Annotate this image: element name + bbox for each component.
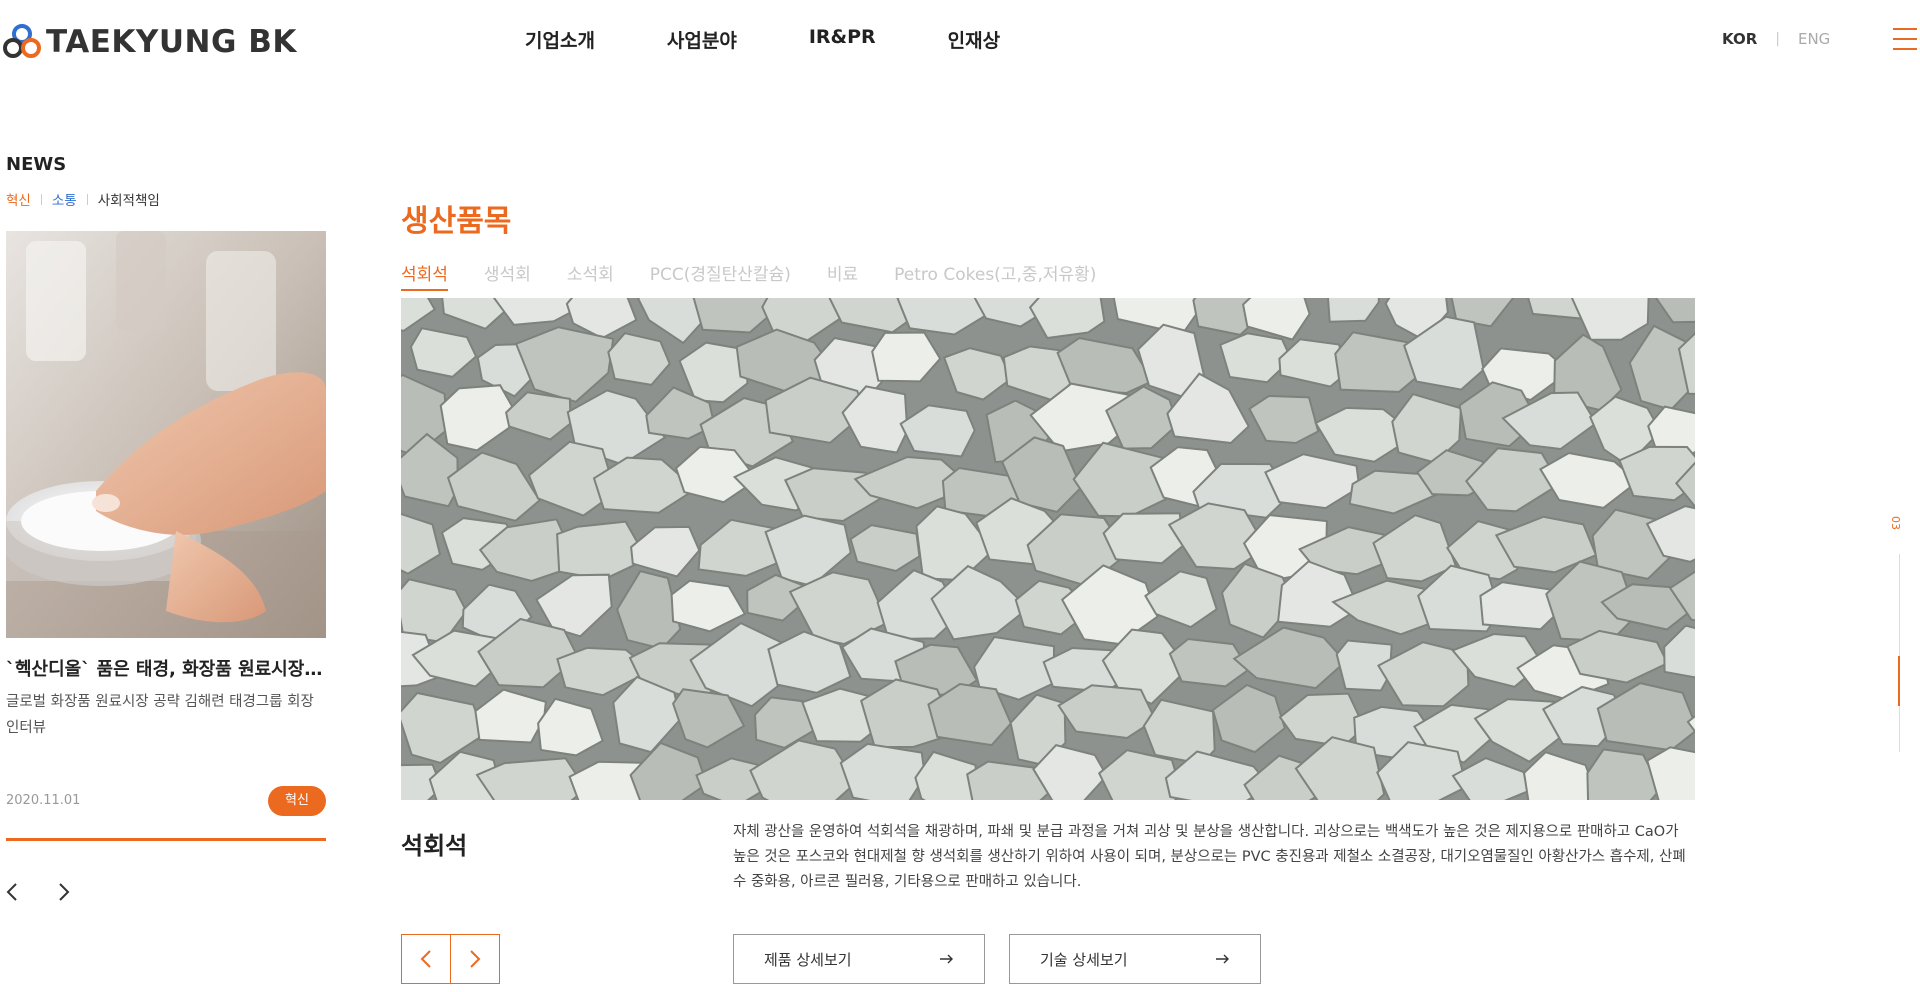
tech-detail-button[interactable]: 기술 상세보기	[1009, 934, 1261, 984]
prev-product-button[interactable]	[401, 934, 451, 984]
arrow-right-icon	[1216, 954, 1229, 964]
product-detail-button[interactable]: 제품 상세보기	[733, 934, 985, 984]
indicator-track	[1899, 554, 1900, 752]
chevron-left-icon	[420, 950, 431, 968]
tab-divider	[40, 193, 42, 205]
language-switch: KOR | ENG	[1722, 30, 1830, 48]
news-summary: 글로벌 화장품 원료시장 공략 김해련 태경그룹 회장 인터뷰	[6, 694, 314, 736]
news-tab-communication[interactable]: 소통	[52, 189, 77, 209]
logo-icon	[3, 24, 41, 58]
logo-text: TAEKYUNG BK	[46, 24, 297, 60]
nav-item-company[interactable]: 기업소개	[525, 26, 595, 53]
indicator-progress	[1898, 656, 1900, 706]
product-description: 자체 광산을 운영하여 석회석을 채광하며, 파쇄 및 분급 과정을 거쳐 괴상…	[733, 824, 1686, 890]
nav-item-careers[interactable]: 인재상	[948, 26, 1000, 53]
header: TAEKYUNG BK 기업소개 사업분야 IR&PR 인재상 KOR | EN…	[0, 0, 1920, 80]
main-nav: 기업소개 사업분야 IR&PR 인재상	[525, 26, 1072, 53]
tab-limestone[interactable]: 석회석	[401, 260, 448, 291]
cosmetic-cream-photo	[6, 231, 326, 638]
product-detail-label: 제품 상세보기	[764, 950, 852, 969]
news-tabs: 혁신 소통 사회적책임	[6, 189, 326, 209]
arrow-right-icon	[940, 954, 953, 964]
product-name: 석회석	[401, 832, 468, 860]
tab-pcc[interactable]: PCC(경질탄산칼슘)	[650, 260, 791, 291]
hamburger-icon[interactable]	[1893, 28, 1917, 50]
tab-fertilizer[interactable]: 비료	[827, 260, 858, 291]
tech-detail-label: 기술 상세보기	[1040, 950, 1128, 969]
products-title: 생산품목	[401, 204, 512, 239]
tab-slaked-lime[interactable]: 소석회	[567, 260, 614, 291]
product-image	[401, 298, 1695, 800]
next-product-button[interactable]	[450, 934, 500, 984]
product-tabs: 석회석 생석회 소석회 PCC(경질탄산칼슘) 비료 Petro Cokes(고…	[401, 260, 1132, 291]
product-pager	[401, 934, 500, 984]
news-section: NEWS 혁신 소통 사회적책임 `헥산디올` 품은 태경, 화장품 원료시장 …	[6, 154, 326, 901]
news-progress-bar	[6, 838, 326, 841]
lang-eng-link[interactable]: ENG	[1798, 30, 1830, 48]
news-category-badge[interactable]: 혁신	[268, 786, 326, 816]
chevron-right-icon[interactable]	[58, 880, 76, 904]
news-pager	[6, 880, 110, 904]
news-thumbnail[interactable]	[6, 231, 326, 638]
chevron-left-icon[interactable]	[6, 880, 24, 904]
limestone-rocks-photo	[401, 298, 1695, 800]
products-section: 생산품목 석회석 생석회 소석회 PCC(경질탄산칼슘) 비료 Petro Co…	[401, 196, 1695, 984]
news-tab-social-responsibility[interactable]: 사회적책임	[98, 189, 160, 209]
logo[interactable]: TAEKYUNG BK	[0, 22, 297, 62]
tab-petro-cokes[interactable]: Petro Cokes(고,중,저유황)	[894, 260, 1096, 291]
lang-separator: |	[1775, 31, 1780, 47]
news-date: 2020.11.01	[6, 793, 81, 808]
news-title: NEWS	[6, 154, 67, 175]
tab-quicklime[interactable]: 생석회	[484, 260, 531, 291]
news-tab-innovation[interactable]: 혁신	[6, 189, 31, 209]
rock-shape	[1102, 512, 1184, 565]
news-headline[interactable]: `헥산디올` 품은 태경, 화장품 원료시장 공략	[6, 655, 326, 681]
lang-kor-link[interactable]: KOR	[1722, 30, 1757, 48]
tab-divider	[86, 193, 88, 205]
chevron-right-icon	[470, 950, 481, 968]
nav-item-irpr[interactable]: IR&PR	[809, 26, 876, 53]
nav-item-business[interactable]: 사업분야	[667, 26, 737, 53]
section-indicator: 03	[1888, 516, 1908, 756]
section-number: 03	[1889, 516, 1902, 530]
